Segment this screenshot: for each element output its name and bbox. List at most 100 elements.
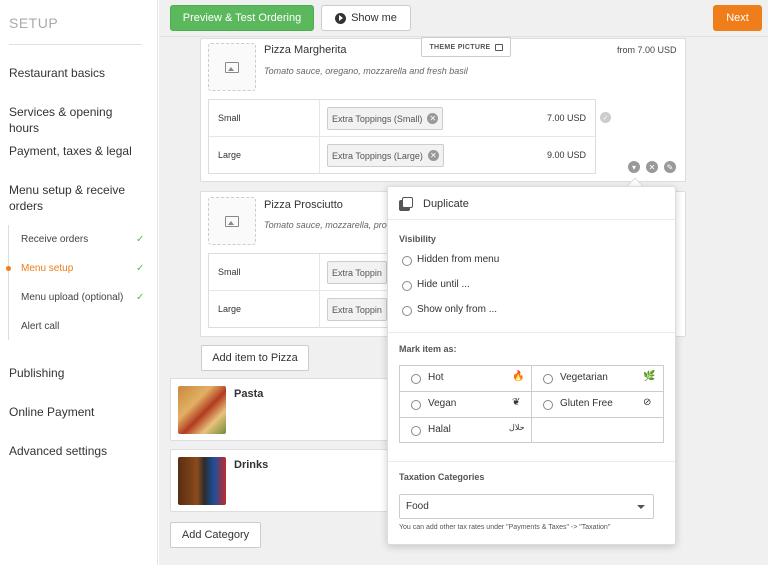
- size-table: Small Extra Toppin Large Extra Toppin: [208, 253, 388, 328]
- sidebar-divider: [9, 44, 142, 45]
- radio-hide-until[interactable]: [402, 281, 412, 291]
- grid-line: [400, 417, 663, 418]
- item-name[interactable]: Pizza Margherita: [264, 44, 347, 56]
- category-name[interactable]: Drinks: [234, 459, 268, 471]
- radio-hidden-from-menu[interactable]: [402, 256, 412, 266]
- sidebar-item-payment-taxes[interactable]: Payment, taxes & legal: [9, 143, 139, 159]
- radio-halal[interactable]: [411, 426, 421, 436]
- option-label[interactable]: Show only from ...: [417, 304, 497, 315]
- edit-icon[interactable]: ✎: [664, 161, 676, 173]
- size-price[interactable]: 7.00 USD: [547, 113, 586, 123]
- mark-label[interactable]: Hot: [428, 372, 444, 383]
- sidebar-item-publishing[interactable]: Publishing: [9, 365, 139, 381]
- size-row: Large Extra Toppin: [209, 291, 387, 328]
- option-group-tag[interactable]: Extra Toppin: [327, 298, 387, 321]
- radio-vegan[interactable]: [411, 400, 421, 410]
- sidebar-subitem-receive-orders[interactable]: Receive orders: [21, 234, 88, 245]
- size-divider: [319, 291, 320, 328]
- sidebar-subnav-line: [8, 225, 9, 340]
- item-name[interactable]: Pizza Prosciutto: [264, 199, 343, 211]
- halal-icon: حلال: [509, 423, 525, 432]
- remove-icon[interactable]: ✕: [427, 113, 439, 124]
- item-image-placeholder[interactable]: [208, 43, 256, 91]
- duplicate-button[interactable]: Duplicate: [423, 198, 469, 210]
- sidebar-item-advanced-settings[interactable]: Advanced settings: [9, 443, 139, 459]
- size-row: Small Extra Toppin: [209, 254, 387, 291]
- show-me-button[interactable]: Show me: [321, 5, 411, 31]
- size-label[interactable]: Large: [218, 150, 241, 160]
- tag-label: Extra Toppings (Large): [332, 150, 423, 161]
- gluten-free-icon: ⊘: [643, 397, 652, 408]
- divider: [388, 332, 675, 333]
- next-button[interactable]: Next: [713, 5, 762, 31]
- sidebar-subitem-menu-setup[interactable]: Menu setup: [21, 263, 73, 274]
- play-icon: [335, 12, 347, 24]
- check-icon: ✓: [136, 234, 145, 245]
- taxation-hint: You can add other tax rates under "Payme…: [399, 524, 611, 531]
- delete-icon[interactable]: ✕: [646, 161, 658, 173]
- sidebar-item-menu-setup[interactable]: Menu setup & receive orders: [9, 182, 139, 214]
- remove-icon[interactable]: ✕: [427, 150, 439, 161]
- size-label[interactable]: Small: [218, 113, 241, 123]
- theme-picture-button[interactable]: THEME PICTURE: [421, 37, 511, 57]
- radio-hot[interactable]: [411, 374, 421, 384]
- item-description[interactable]: Tomato sauce, oregano, mozzarella and fr…: [264, 66, 468, 76]
- sidebar-subitem-menu-upload[interactable]: Menu upload (optional): [21, 292, 123, 303]
- mark-item-heading: Mark item as:: [399, 344, 457, 354]
- option-group-tag[interactable]: Extra Toppin: [327, 261, 387, 284]
- option-group-tag[interactable]: Extra Toppings (Small) ✕: [327, 107, 444, 130]
- size-divider: [319, 254, 320, 290]
- add-category-button[interactable]: Add Category: [170, 522, 261, 548]
- leaves-icon: ❦: [512, 397, 521, 408]
- size-table: Small Extra Toppings (Small) ✕ 7.00 USD L…: [208, 99, 596, 174]
- category-image-pasta: [178, 386, 226, 434]
- tag-label: Extra Toppings (Small): [332, 113, 423, 124]
- size-price[interactable]: 9.00 USD: [547, 150, 586, 160]
- mark-label[interactable]: Halal: [428, 424, 451, 435]
- size-divider: [319, 137, 320, 174]
- mark-label[interactable]: Gluten Free: [560, 398, 613, 409]
- item-image-placeholder[interactable]: [208, 197, 256, 245]
- size-label[interactable]: Small: [218, 267, 241, 277]
- sidebar-item-services-hours[interactable]: Services & opening hours: [9, 104, 139, 136]
- sidebar-title: SETUP: [9, 15, 59, 31]
- add-item-button[interactable]: Add item to Pizza: [201, 345, 309, 371]
- copy-icon: [494, 43, 503, 51]
- mark-label[interactable]: Vegan: [428, 398, 456, 409]
- size-label[interactable]: Large: [218, 304, 241, 314]
- sidebar-item-restaurant-basics[interactable]: Restaurant basics: [9, 65, 139, 81]
- category-name[interactable]: Pasta: [234, 388, 263, 400]
- theme-picture-label: THEME PICTURE: [429, 43, 491, 51]
- radio-show-only-from[interactable]: [402, 306, 412, 316]
- option-label[interactable]: Hide until ...: [417, 279, 470, 290]
- visibility-heading: Visibility: [399, 234, 436, 244]
- preview-test-ordering-button[interactable]: Preview & Test Ordering: [170, 5, 314, 31]
- divider: [388, 461, 675, 462]
- sidebar: SETUP Restaurant basics Services & openi…: [0, 0, 158, 565]
- tag-label: Extra Toppin: [332, 267, 382, 278]
- caret-down-icon: [637, 505, 645, 509]
- duplicate-icon[interactable]: [399, 197, 413, 211]
- check-icon: ✓: [136, 292, 145, 303]
- image-icon: [225, 61, 239, 73]
- divider: [388, 219, 675, 220]
- radio-vegetarian[interactable]: [543, 374, 553, 384]
- item-price[interactable]: from 7.00 USD: [617, 45, 677, 55]
- item-description[interactable]: Tomato sauce, mozzarella, pro: [264, 220, 387, 230]
- size-row: Large Extra Toppings (Large) ✕ 9.00 USD: [209, 137, 595, 174]
- item-options-popover: Duplicate Visibility Hidden from menu Hi…: [387, 186, 676, 545]
- dietary-marks-grid: Hot 🔥 Vegetarian 🌿 Vegan ❦ Gluten Free ⊘…: [399, 365, 664, 443]
- sidebar-item-online-payment[interactable]: Online Payment: [9, 404, 139, 420]
- option-label[interactable]: Hidden from menu: [417, 254, 499, 265]
- show-me-label: Show me: [351, 12, 397, 24]
- chevron-down-icon[interactable]: ▾: [628, 161, 640, 173]
- taxation-category-select[interactable]: Food: [399, 494, 654, 519]
- category-image-drinks: [178, 457, 226, 505]
- active-indicator-dot: [6, 266, 11, 271]
- flame-icon: 🔥: [512, 371, 525, 382]
- option-group-tag[interactable]: Extra Toppings (Large) ✕: [327, 144, 444, 167]
- grid-line: [531, 366, 532, 442]
- sidebar-subitem-alert-call[interactable]: Alert call: [21, 321, 59, 332]
- radio-gluten-free[interactable]: [543, 400, 553, 410]
- mark-label[interactable]: Vegetarian: [560, 372, 608, 383]
